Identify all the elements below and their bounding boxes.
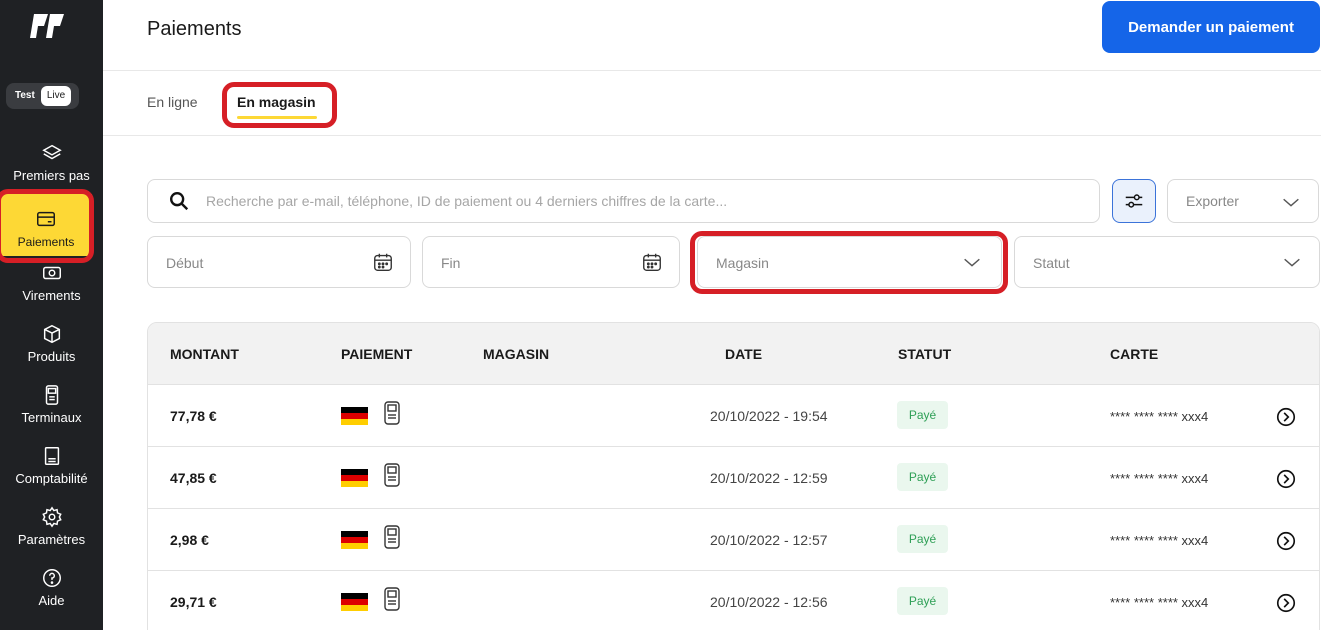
header: Paiements Demander un paiement (103, 0, 1321, 71)
sidebar-item-comptabilite[interactable]: Comptabilité (0, 433, 103, 493)
tabs: En ligne En magasin (103, 72, 1321, 136)
highlight-store-dropdown (690, 231, 1008, 294)
table-row[interactable]: 47,85 € 20/10/2022 - 12:59 Payé **** ***… (148, 447, 1319, 509)
sidebar-item-premiers-pas[interactable]: Premiers pas (0, 130, 103, 190)
status-placeholder: Statut (1033, 255, 1070, 271)
column-header-card: CARTE (1110, 346, 1159, 362)
sidebar-item-label: Paramètres (17, 532, 86, 547)
amount-cell: 29,71 € (170, 594, 217, 610)
table-header: MONTANT PAIEMENT MAGASIN DATE STATUT CAR… (148, 323, 1319, 385)
sidebar-item-aide[interactable]: Aide (0, 555, 103, 615)
germany-flag-icon (341, 407, 368, 425)
sidebar-item-terminaux[interactable]: Terminaux (0, 372, 103, 432)
date-cell: 20/10/2022 - 12:59 (710, 470, 828, 486)
calendar-icon (643, 253, 661, 271)
chevron-right-circle-icon[interactable] (1275, 468, 1297, 490)
gear-icon (41, 506, 62, 528)
chevron-down-icon (1283, 198, 1299, 207)
column-header-payment: PAIEMENT (341, 346, 413, 362)
receipt-icon (44, 447, 59, 465)
sidebar-item-label: Terminaux (21, 410, 82, 425)
page-title: Paiements (147, 18, 242, 40)
card-cell: **** **** **** xxx4 (1110, 533, 1209, 548)
highlight-tab-en-magasin (222, 82, 337, 128)
mode-test[interactable]: Test (9, 86, 41, 106)
terminal-icon (384, 525, 400, 549)
request-payment-button[interactable]: Demander un paiement (1102, 1, 1320, 53)
search-icon (170, 192, 189, 211)
help-icon (42, 569, 61, 587)
box-icon (43, 324, 60, 344)
sidebar-item-produits[interactable]: Produits (0, 311, 103, 371)
terminal-icon (384, 587, 400, 611)
table-row[interactable]: 2,98 € 20/10/2022 - 12:57 Payé **** ****… (148, 509, 1319, 571)
status-badge: Payé (897, 401, 948, 429)
status-badge: Payé (897, 587, 948, 615)
sidebar-item-label: Produits (27, 349, 76, 364)
terminal-icon (384, 463, 400, 487)
mode-toggle[interactable]: Test Live (6, 83, 79, 109)
chevron-down-icon (1284, 258, 1300, 267)
column-header-store: MAGASIN (483, 346, 550, 362)
sidebar-item-label: Aide (38, 593, 65, 608)
column-header-amount: MONTANT (170, 346, 239, 362)
terminal-icon (384, 401, 400, 425)
status-badge: Payé (897, 525, 948, 553)
export-label: Exporter (1186, 193, 1239, 209)
mode-live[interactable]: Live (40, 86, 72, 106)
end-date-field[interactable]: Fin (422, 236, 680, 288)
search-box (147, 179, 1100, 223)
date-cell: 20/10/2022 - 12:56 (710, 594, 828, 610)
germany-flag-icon (341, 531, 368, 549)
sidebar-item-label: Comptabilité (15, 471, 88, 486)
chevron-right-circle-icon[interactable] (1275, 406, 1297, 428)
sidebar: Test Live Premiers pas Paiements Viremen… (0, 0, 103, 630)
app: Test Live Premiers pas Paiements Viremen… (0, 0, 1321, 630)
date-cell: 20/10/2022 - 19:54 (710, 408, 828, 424)
filter-settings-button[interactable] (1112, 179, 1156, 223)
cash-icon (42, 266, 61, 280)
export-dropdown[interactable]: Exporter (1167, 179, 1319, 223)
germany-flag-icon (341, 469, 368, 487)
chevron-right-circle-icon[interactable] (1275, 592, 1297, 614)
layers-icon (41, 144, 62, 160)
amount-cell: 77,78 € (170, 408, 217, 424)
sliders-icon (1125, 194, 1143, 208)
end-date-placeholder: Fin (441, 255, 461, 271)
search-input[interactable] (206, 180, 1086, 222)
sidebar-item-parametres[interactable]: Paramètres (0, 494, 103, 554)
highlight-paiements (0, 189, 94, 263)
column-header-date: DATE (725, 346, 763, 362)
status-dropdown[interactable]: Statut (1014, 236, 1320, 288)
card-cell: **** **** **** xxx4 (1110, 409, 1209, 424)
card-cell: **** **** **** xxx4 (1110, 595, 1209, 610)
card-cell: **** **** **** xxx4 (1110, 471, 1209, 486)
tab-en-ligne[interactable]: En ligne (147, 94, 198, 110)
column-header-status: STATUT (898, 346, 952, 362)
sidebar-item-label: Virements (22, 288, 81, 303)
calendar-icon (374, 253, 392, 271)
terminal-icon (45, 385, 58, 405)
start-date-field[interactable]: Début (147, 236, 411, 288)
date-cell: 20/10/2022 - 12:57 (710, 532, 828, 548)
table-row[interactable]: 29,71 € 20/10/2022 - 12:56 Payé **** ***… (148, 571, 1319, 630)
amount-cell: 2,98 € (170, 532, 209, 548)
table-row[interactable]: 77,78 € 20/10/2022 - 19:54 Payé **** ***… (148, 385, 1319, 447)
start-date-placeholder: Début (166, 255, 204, 271)
germany-flag-icon (341, 593, 368, 611)
amount-cell: 47,85 € (170, 470, 217, 486)
brand-logo-icon[interactable] (28, 6, 68, 46)
chevron-right-circle-icon[interactable] (1275, 530, 1297, 552)
payments-table: MONTANT PAIEMENT MAGASIN DATE STATUT CAR… (147, 322, 1320, 630)
status-badge: Payé (897, 463, 948, 491)
sidebar-item-label: Premiers pas (13, 168, 90, 183)
